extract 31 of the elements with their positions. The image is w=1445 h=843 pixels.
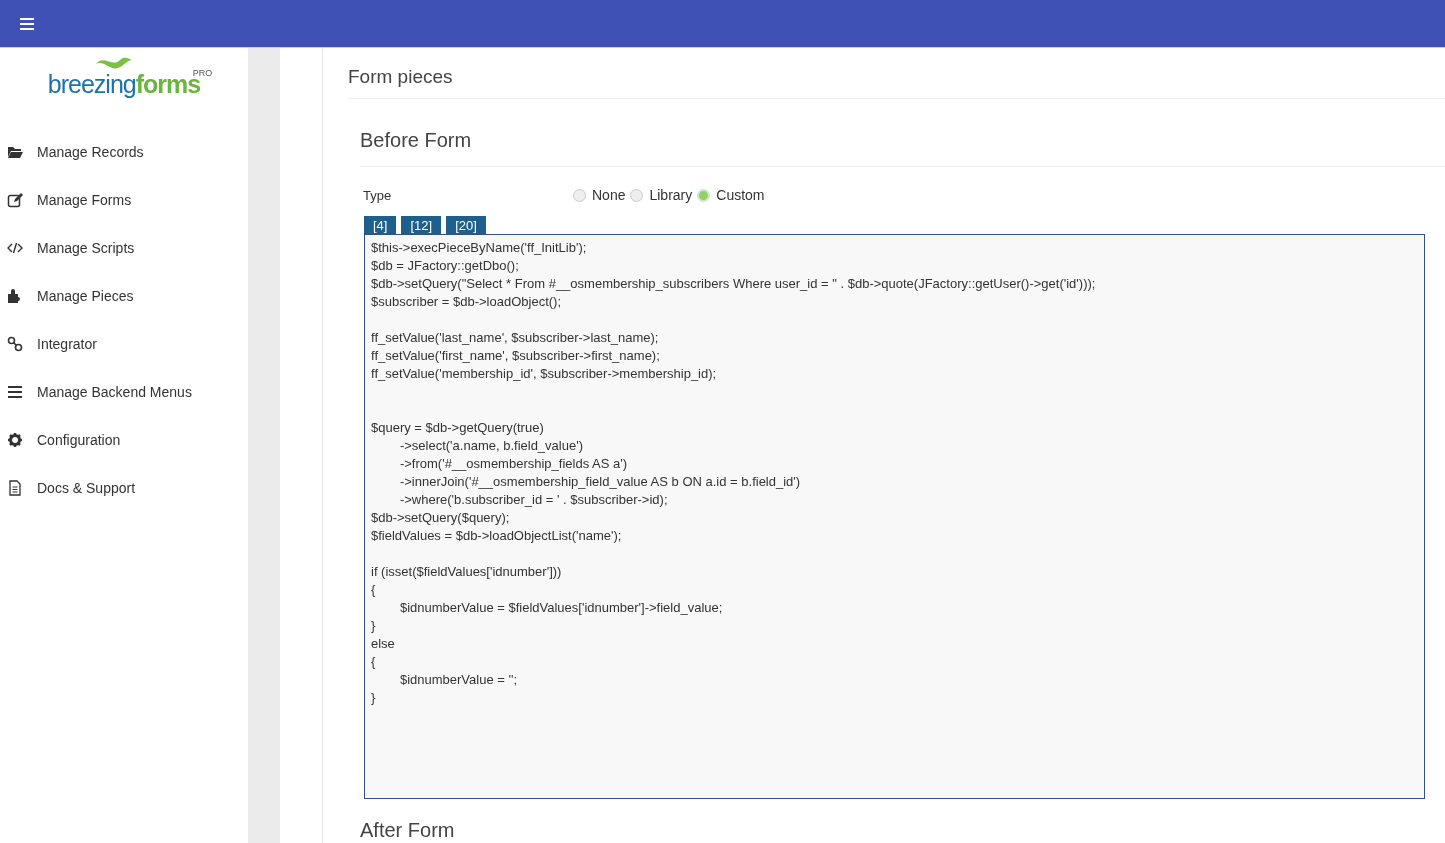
- page-title: Form pieces: [348, 66, 1445, 99]
- radio-button[interactable]: [573, 188, 586, 202]
- sidebar-item[interactable]: Manage Pieces: [0, 272, 248, 320]
- radio-button[interactable]: [697, 188, 711, 202]
- edit-icon: [7, 192, 23, 208]
- doc-icon: [7, 480, 23, 496]
- sidebar-item[interactable]: Manage Scripts: [0, 224, 248, 272]
- menu-button[interactable]: [19, 16, 35, 31]
- menu-icon: [7, 384, 23, 400]
- link-icon: [7, 336, 23, 352]
- sidebar-item[interactable]: Manage Backend Menus: [0, 368, 248, 416]
- indent-button[interactable]: [20]: [446, 216, 486, 234]
- radio-option[interactable]: Custom: [697, 187, 765, 203]
- indent-button[interactable]: [12]: [401, 216, 442, 234]
- sidebar-item[interactable]: Manage Forms: [0, 176, 248, 224]
- type-label: Type: [363, 187, 393, 203]
- radio-button[interactable]: [630, 188, 644, 202]
- sidebar-item[interactable]: Docs & Support: [0, 464, 248, 512]
- sidebar-item[interactable]: Integrator: [0, 320, 248, 368]
- radio-option[interactable]: None: [573, 187, 626, 203]
- sidebar-item[interactable]: Manage Records: [0, 128, 248, 176]
- settings-icon: [7, 432, 23, 448]
- section-title: After Form: [360, 819, 1445, 843]
- pro-label: PRO: [192, 68, 213, 78]
- indent-button[interactable]: [4]: [364, 216, 397, 234]
- section-title: Before Form: [360, 129, 1445, 167]
- radio-option[interactable]: Library: [630, 187, 693, 203]
- code-icon: [7, 240, 23, 256]
- sidebar-item[interactable]: Configuration: [0, 416, 248, 464]
- folder-icon: [7, 144, 23, 160]
- code-editor[interactable]: $this->execPieceByName('ff_InitLib'); $db = JFactory::getDbo(); $db->setQuery("Select * From #__osmembership_subscribers Where user_id = " . $db->quote(JFactory::getUser()->get('id'))); $subscriber = $db->loadObject(); ff_setValue('last_name', $subscriber->last_name); ff_setValue('first_name', $subscriber->first_name); ff_setValue('membership_id', $subscriber->membership_id); $query = $db->getQuery(true) ->select('a.name, b.field_value') ->from('#__osmembership_fields AS a') ->innerJoin('#__osmembership_field_value AS b ON a.id = b.field_id') ->where('b.subscriber_id = ' . $subscriber->id); $db->setQuery($query); $fieldValues = $db->loadObjectList('name'); if (isset($fieldValues['idnumber'])) { $idnumberValue = $fieldValues['idnumber']->field_value; } else { $idnumberValue = ''; }: [364, 234, 1425, 799]
